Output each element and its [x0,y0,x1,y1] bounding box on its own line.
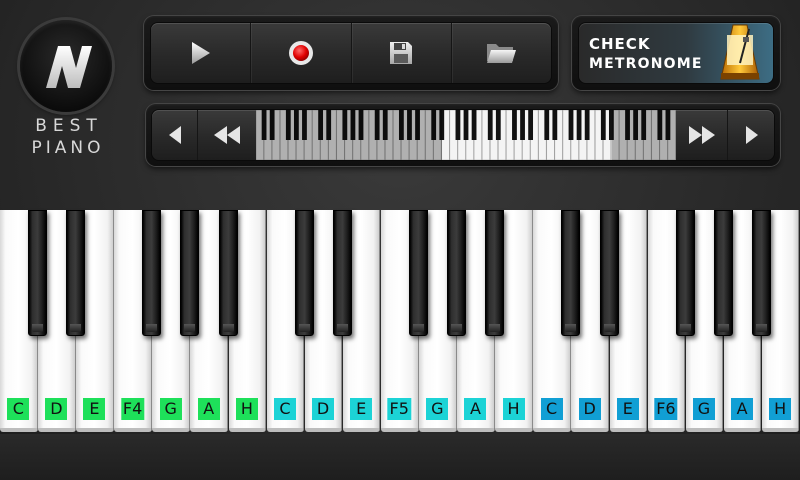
record-button[interactable] [251,23,352,83]
play-button[interactable] [151,23,252,83]
keyboard-navigator [146,104,780,166]
mini-black-key [544,110,550,140]
key-label: D [312,398,335,420]
mini-black-key [455,110,461,140]
floppy-disk-icon [390,42,413,64]
black-key[interactable] [142,210,162,336]
black-key[interactable] [675,210,695,336]
piano-keyboard: C D E F4 G A H C D E F5 G A H C D E F6 G A H [0,210,800,434]
mini-black-key [552,110,558,140]
mini-black-key [512,110,517,140]
key-label: A [731,398,754,420]
logo-badge [20,20,112,112]
mini-black-key [520,110,525,140]
mini-black-key [568,110,574,140]
key-label: D [578,398,601,420]
key-label: F4 [120,398,145,420]
key-label: E [616,398,639,420]
keyboard-shadow [0,434,800,480]
mini-black-key [495,110,501,140]
black-key[interactable] [485,210,505,336]
open-button[interactable] [452,23,551,83]
scroll-right-button[interactable] [729,110,774,160]
mini-keyboard-scroller[interactable] [256,110,676,160]
black-key[interactable] [447,210,467,336]
logo-text-best: BEST [35,116,103,136]
key-label: F6 [654,398,678,420]
key-label: H [502,398,525,420]
mini-black-key [576,110,582,140]
key-label: G [159,398,182,420]
logo-text-piano: PIANO [31,138,105,158]
play-icon [191,42,210,64]
check-metronome-button[interactable]: CHECK METRONOME [572,16,780,90]
metronome-label-metronome: METRONOME [589,56,703,72]
fast-forward-button[interactable] [676,110,728,160]
left-arrow-icon [168,126,181,144]
mini-dim-right [612,110,676,160]
key-label: A [197,398,220,420]
key-label: E [83,398,106,420]
metronome-label-check: CHECK [589,35,651,53]
black-key[interactable] [713,210,733,336]
n-logo-icon [46,46,92,88]
double-right-arrow-icon [688,126,715,144]
black-key[interactable] [218,210,238,336]
best-piano-logo: BEST PIANO [18,20,114,158]
transport-panel [144,16,558,90]
black-key[interactable] [294,210,314,336]
right-arrow-icon [745,126,758,144]
black-key[interactable] [332,210,352,336]
record-icon [288,41,313,65]
key-label: H [769,398,792,420]
black-key[interactable] [180,210,200,336]
mini-black-key [463,110,469,140]
black-key[interactable] [751,210,771,336]
mini-dim-left [256,110,442,160]
mini-black-key [487,110,493,140]
key-label: D [45,398,68,420]
mini-keyboard [256,110,676,160]
key-label: C [540,398,563,420]
folder-icon [487,44,517,63]
key-label: G [426,398,449,420]
mini-black-key [471,110,477,140]
key-label: H [235,398,258,420]
save-button[interactable] [352,23,452,83]
double-left-arrow-icon [214,126,240,144]
rewind-button[interactable] [199,110,255,160]
mini-black-key [600,110,606,140]
key-label: C [7,398,30,420]
scroll-left-button[interactable] [152,110,198,160]
black-key[interactable] [599,210,619,336]
black-key[interactable] [409,210,429,336]
key-label: E [350,398,373,420]
black-key[interactable] [561,210,581,336]
metronome-icon [720,24,760,80]
mini-black-key [528,110,534,140]
black-key[interactable] [66,210,86,336]
key-label: C [273,398,296,420]
key-label: F5 [387,398,411,420]
mini-black-key [584,110,590,140]
black-key[interactable] [28,210,48,336]
key-label: G [693,398,715,420]
key-label: A [464,398,487,420]
